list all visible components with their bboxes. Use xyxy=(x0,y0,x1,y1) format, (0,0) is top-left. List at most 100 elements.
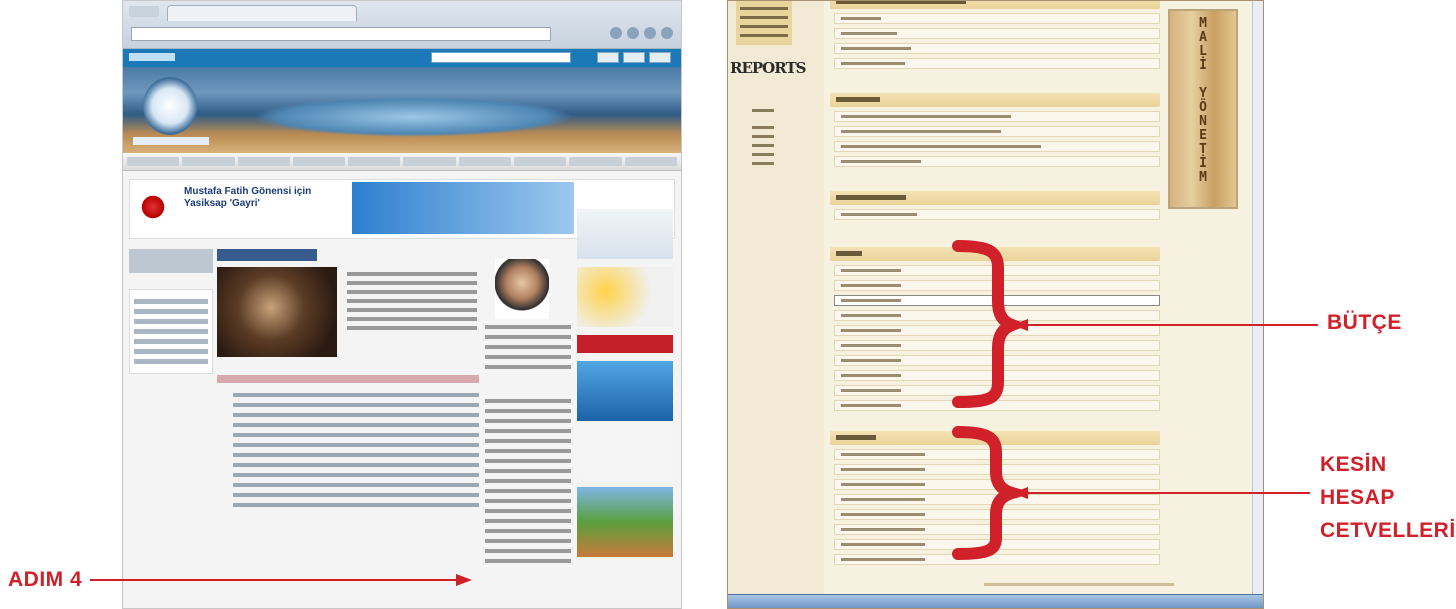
announcement-ad[interactable] xyxy=(352,182,574,234)
budget-year-link[interactable] xyxy=(834,340,1160,351)
report-link[interactable] xyxy=(834,28,1160,39)
left-link[interactable] xyxy=(134,349,208,354)
budget-year-link[interactable] xyxy=(834,310,1160,321)
menu-item[interactable] xyxy=(514,157,567,166)
ad-banner[interactable] xyxy=(577,487,673,557)
ad-banner[interactable] xyxy=(577,429,673,479)
taskbar xyxy=(728,594,1263,608)
final-account-link[interactable] xyxy=(834,554,1160,565)
menu-item[interactable] xyxy=(237,157,290,166)
sidebar-link[interactable] xyxy=(752,153,774,156)
sidebar-link[interactable] xyxy=(740,25,788,28)
address-bar[interactable] xyxy=(131,27,551,41)
mali-yonetim-letters: M A L İ Y Ö N E T İ M xyxy=(1199,16,1207,185)
sidebar-link[interactable] xyxy=(740,34,788,37)
list-item[interactable] xyxy=(233,483,479,487)
settings-icon[interactable] xyxy=(661,27,673,39)
language-button[interactable] xyxy=(623,52,645,63)
tools-icon[interactable] xyxy=(644,27,656,39)
list-item[interactable] xyxy=(233,493,479,497)
budget-year-link[interactable] xyxy=(834,280,1160,291)
ad-banner[interactable] xyxy=(577,267,673,327)
list-item[interactable] xyxy=(233,443,479,447)
list-item[interactable] xyxy=(233,403,479,407)
budget-year-link[interactable] xyxy=(834,400,1160,411)
financial-reports-screenshot: REPORTS M A L İ Y Ö N E T İ M xyxy=(727,0,1264,609)
list-item[interactable] xyxy=(233,423,479,427)
list-item[interactable] xyxy=(233,413,479,417)
left-link[interactable] xyxy=(134,329,208,334)
section-header xyxy=(830,191,1160,205)
left-link[interactable] xyxy=(134,339,208,344)
sidebar-link[interactable] xyxy=(740,7,788,10)
menu-item[interactable] xyxy=(403,157,456,166)
reports-sidebar: REPORTS xyxy=(728,1,824,601)
left-link[interactable] xyxy=(134,309,208,314)
report-section xyxy=(830,1,1160,69)
menu-item[interactable] xyxy=(182,157,235,166)
final-account-link[interactable] xyxy=(834,449,1160,460)
section-header xyxy=(830,431,1160,445)
budget-year-link[interactable] xyxy=(834,370,1160,381)
accessibility-button[interactable] xyxy=(649,52,671,63)
budget-year-link[interactable] xyxy=(834,355,1160,366)
final-account-link[interactable] xyxy=(834,479,1160,490)
left-link[interactable] xyxy=(134,299,208,304)
list-item[interactable] xyxy=(233,463,479,467)
left-link[interactable] xyxy=(134,359,208,364)
page-footer xyxy=(984,583,1174,586)
report-link[interactable] xyxy=(834,141,1160,152)
budget-section xyxy=(830,247,1160,411)
mayor-photo[interactable] xyxy=(495,259,549,319)
ad-banner[interactable] xyxy=(577,209,673,259)
report-link[interactable] xyxy=(834,43,1160,54)
report-link[interactable] xyxy=(834,13,1160,24)
mayor-column xyxy=(485,249,571,569)
report-link[interactable] xyxy=(834,209,1160,220)
sidebar-link[interactable] xyxy=(752,109,774,112)
menu-item[interactable] xyxy=(569,157,622,166)
sidebar-link[interactable] xyxy=(752,144,774,147)
report-link[interactable] xyxy=(834,126,1160,137)
sidebar-link[interactable] xyxy=(752,135,774,138)
budget-year-link[interactable] xyxy=(834,295,1160,306)
final-account-link[interactable] xyxy=(834,494,1160,505)
sidebar-link[interactable] xyxy=(752,162,774,165)
report-link[interactable] xyxy=(834,156,1160,167)
menu-item[interactable] xyxy=(292,157,346,166)
vertical-scrollbar[interactable] xyxy=(1252,1,1263,596)
browser-tab[interactable] xyxy=(167,5,357,21)
news-photo[interactable] xyxy=(217,267,337,357)
browser-buttons xyxy=(610,27,673,39)
list-item[interactable] xyxy=(233,503,479,507)
menu-item[interactable] xyxy=(624,157,677,166)
window-controls[interactable] xyxy=(129,6,159,17)
menu-item[interactable] xyxy=(127,157,180,166)
favorites-icon[interactable] xyxy=(627,27,639,39)
final-account-link[interactable] xyxy=(834,524,1160,535)
budget-year-link[interactable] xyxy=(834,385,1160,396)
search-button[interactable] xyxy=(597,52,619,63)
final-account-link[interactable] xyxy=(834,539,1160,550)
home-icon[interactable] xyxy=(610,27,622,39)
final-account-link[interactable] xyxy=(834,509,1160,520)
list-item[interactable] xyxy=(233,473,479,477)
list-item[interactable] xyxy=(233,453,479,457)
budget-year-link[interactable] xyxy=(834,325,1160,336)
report-link[interactable] xyxy=(834,111,1160,122)
menu-item[interactable] xyxy=(458,157,512,166)
list-item[interactable] xyxy=(233,433,479,437)
site-search-input[interactable] xyxy=(431,52,571,63)
municipality-emblem-icon[interactable] xyxy=(143,77,197,135)
sidebar-link[interactable] xyxy=(752,126,774,129)
final-account-link[interactable] xyxy=(834,464,1160,475)
left-link[interactable] xyxy=(134,319,208,324)
report-link[interactable] xyxy=(834,58,1160,69)
list-item[interactable] xyxy=(233,393,479,397)
ad-banner[interactable] xyxy=(577,361,673,421)
menu-item[interactable] xyxy=(348,157,401,166)
ad-banner[interactable] xyxy=(577,335,673,353)
sidebar-link[interactable] xyxy=(740,16,788,19)
budget-year-link[interactable] xyxy=(834,265,1160,276)
quick-link-box[interactable] xyxy=(129,249,213,273)
